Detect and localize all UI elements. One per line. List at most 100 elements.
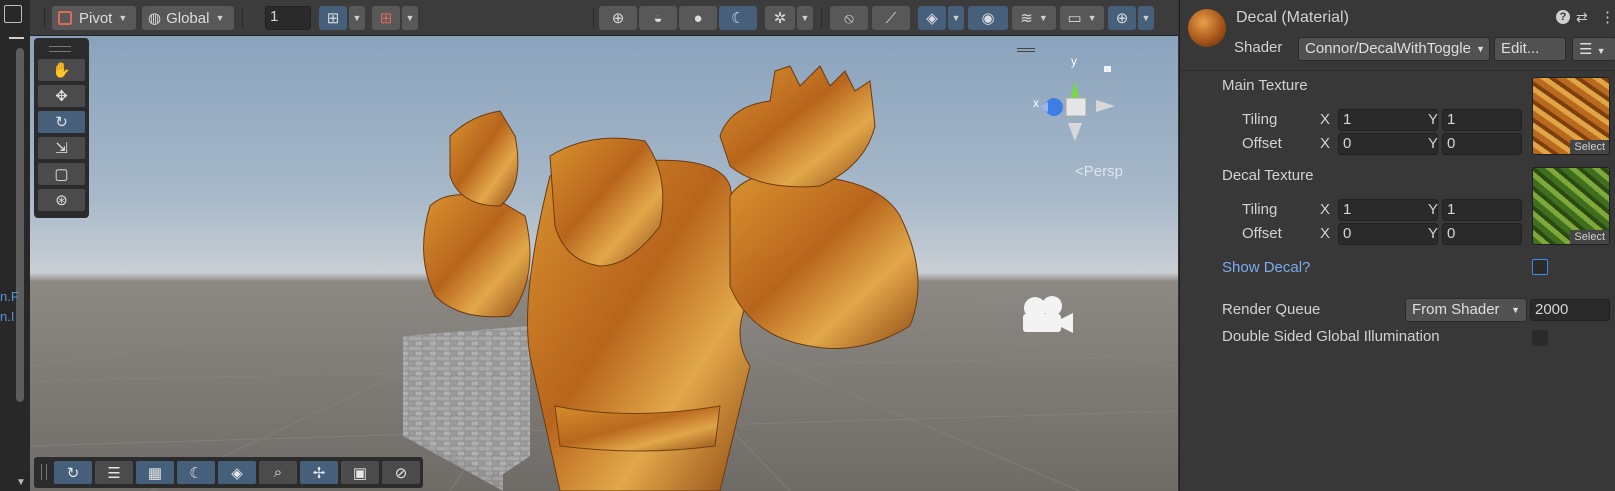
search-icon[interactable]: ⌕ (259, 461, 297, 484)
shader-dropdown[interactable]: Connor/DecalWithToggle ▼ (1298, 37, 1490, 61)
axis-x-label: X (1320, 225, 1331, 242)
lock-icon[interactable] (1104, 66, 1111, 72)
rect-tool-button[interactable]: ▢ (38, 163, 85, 185)
chevron-down-icon: ▼ (800, 13, 810, 23)
global-label: Global (166, 9, 210, 27)
axis-y-label: Y (1428, 111, 1439, 128)
gizmos-menu[interactable]: ▼ (1138, 6, 1154, 30)
palette-handle[interactable] (49, 46, 71, 52)
shaded-wireframe-button[interactable]: ◒ (639, 6, 677, 30)
shaded-button[interactable]: ● (679, 6, 717, 30)
axis-x-label: X (1320, 201, 1331, 218)
show-decal-checkbox[interactable] (1532, 259, 1548, 275)
decal-texture-slot[interactable]: Select (1532, 167, 1610, 245)
increment-snap-button[interactable]: ⊞ (372, 6, 400, 30)
move-tool-button[interactable]: ✥ (38, 85, 85, 107)
wireframe-button[interactable]: ⊕ (599, 6, 637, 30)
shader-label: Shader (1234, 39, 1283, 56)
tool-settings-button[interactable]: ☰ (95, 461, 133, 484)
show-decal-label[interactable]: Show Decal? (1222, 259, 1310, 276)
viewport-handle[interactable] (1017, 48, 1035, 49)
axis-y-label: Y (1428, 201, 1439, 218)
main-offset-y-input[interactable]: 0 (1442, 133, 1522, 155)
unlit-button[interactable]: ☾ (719, 6, 757, 30)
pivot-label: Pivot (79, 9, 113, 27)
overlay-toolbar: ↻ ☰ ▦ ☾ ◈ ⌕ ✢ ▣ ⊘ (34, 457, 423, 488)
gizmo-x-label: x (1033, 96, 1039, 110)
more-options-icon[interactable]: ⋮ (1600, 8, 1615, 26)
axis-y-label: Y (1428, 225, 1439, 242)
collapse-bar[interactable] (9, 37, 24, 39)
overlay-handle[interactable] (41, 464, 47, 480)
rotate-overlay-button[interactable]: ↻ (54, 461, 92, 484)
camera-overlay-button[interactable]: ▣ (341, 461, 379, 484)
layers-menu[interactable]: ▼ (948, 6, 964, 30)
preset-icon[interactable]: ⇄ (1576, 9, 1588, 26)
axis-x-label: X (1320, 135, 1331, 152)
visibility-button[interactable]: ◉ (968, 6, 1008, 30)
scene-viewport[interactable]: y x <Persp (30, 36, 1178, 491)
double-sided-gi-checkbox[interactable] (1532, 330, 1548, 346)
camera-gizmo-icon (1023, 296, 1073, 333)
scene-toolbar: Pivot ▼ ◍ Global ▼ 1 ⊞ ▼ ⊞ ▼ ⊕ ◒ ● ☾ ✲ ▼… (30, 0, 1178, 36)
lighting-overlay-button[interactable]: ☾ (177, 461, 215, 484)
main-texture-select[interactable]: Select (1570, 140, 1609, 154)
render-queue-dropdown[interactable]: From Shader ▼ (1405, 298, 1527, 322)
main-tiling-x-input[interactable]: 1 (1338, 109, 1438, 131)
scroll-down-icon[interactable]: ▼ (16, 477, 26, 488)
chevron-down-icon: ▼ (405, 13, 415, 23)
main-offset-x-input[interactable]: 0 (1338, 133, 1438, 155)
grid-size-input[interactable]: 1 (265, 6, 311, 30)
debug-draw-menu[interactable]: ▼ (797, 6, 813, 30)
decal-offset-x-input[interactable]: 0 (1338, 223, 1438, 245)
layers-button[interactable]: ◈ (918, 6, 946, 30)
render-queue-mode: From Shader (1412, 301, 1500, 318)
debug-draw-button[interactable]: ✲ (765, 6, 795, 30)
edit-shader-button[interactable]: Edit... (1494, 37, 1566, 61)
camera-button[interactable]: ▭ ▼ (1060, 6, 1104, 30)
pivot-icon (58, 11, 72, 25)
global-dropdown[interactable]: ◍ Global ▼ (142, 6, 234, 30)
help-icon[interactable]: ? (1556, 10, 1570, 24)
grid-snap-menu[interactable]: ▼ (349, 6, 365, 30)
layers-overlay-button[interactable]: ◈ (218, 461, 256, 484)
lighting-toggle-button[interactable]: ⟋ (872, 6, 910, 30)
gizmos-button[interactable]: ⊕ (1108, 6, 1136, 30)
decal-tiling-y-input[interactable]: 1 (1442, 199, 1522, 221)
grid-overlay-button[interactable]: ▦ (136, 461, 174, 484)
transform-tool-button[interactable]: ⊛ (38, 189, 85, 211)
material-inspector: Decal (Material) ? ⇄ ⋮ Shader Connor/Dec… (1179, 0, 1615, 491)
scrollbar[interactable] (16, 48, 24, 402)
shader-options-button[interactable]: ☰ ▼ (1572, 37, 1615, 61)
decal-tiling-label: Tiling (1242, 201, 1278, 218)
2d-toggle-button[interactable]: ⦸ (830, 6, 868, 30)
scale-tool-button[interactable]: ⇲ (38, 137, 85, 159)
render-queue-input[interactable]: 2000 (1530, 299, 1610, 321)
chevron-down-icon: ▼ (352, 13, 362, 23)
hierarchy-fragment[interactable]: n.F (0, 289, 19, 304)
decal-tiling-x-input[interactable]: 1 (1338, 199, 1438, 221)
grid-snap-button[interactable]: ⊞ (319, 6, 347, 30)
pivot-dropdown[interactable]: Pivot ▼ (52, 6, 136, 30)
main-tiling-y-input[interactable]: 1 (1442, 109, 1522, 131)
hierarchy-fragment[interactable]: n.I (0, 309, 14, 324)
material-preview-icon (1188, 9, 1226, 47)
axis-x-label: X (1320, 111, 1331, 128)
decal-texture-select[interactable]: Select (1570, 230, 1609, 244)
compass-overlay-button[interactable]: ⊘ (382, 461, 420, 484)
window-icon[interactable] (4, 5, 22, 23)
decal-offset-y-input[interactable]: 0 (1442, 223, 1522, 245)
pivot-overlay-button[interactable]: ✢ (300, 461, 338, 484)
rotate-tool-button[interactable]: ↻ (38, 111, 85, 133)
double-sided-gi-label: Double Sided Global Illumination (1222, 328, 1440, 345)
chevron-down-icon: ▼ (1141, 13, 1151, 23)
decal-offset-label: Offset (1242, 225, 1282, 242)
hand-tool-button[interactable]: ✋ (38, 59, 85, 81)
render-layers-button[interactable]: ≋ ▼ (1012, 6, 1056, 30)
orientation-gizmo[interactable] (1040, 81, 1115, 141)
chevron-down-icon: ▼ (1038, 13, 1048, 23)
projection-label[interactable]: <Persp (1075, 163, 1123, 180)
main-texture-slot[interactable]: Select (1532, 77, 1610, 155)
render-queue-label: Render Queue (1222, 301, 1321, 318)
increment-snap-menu[interactable]: ▼ (402, 6, 418, 30)
